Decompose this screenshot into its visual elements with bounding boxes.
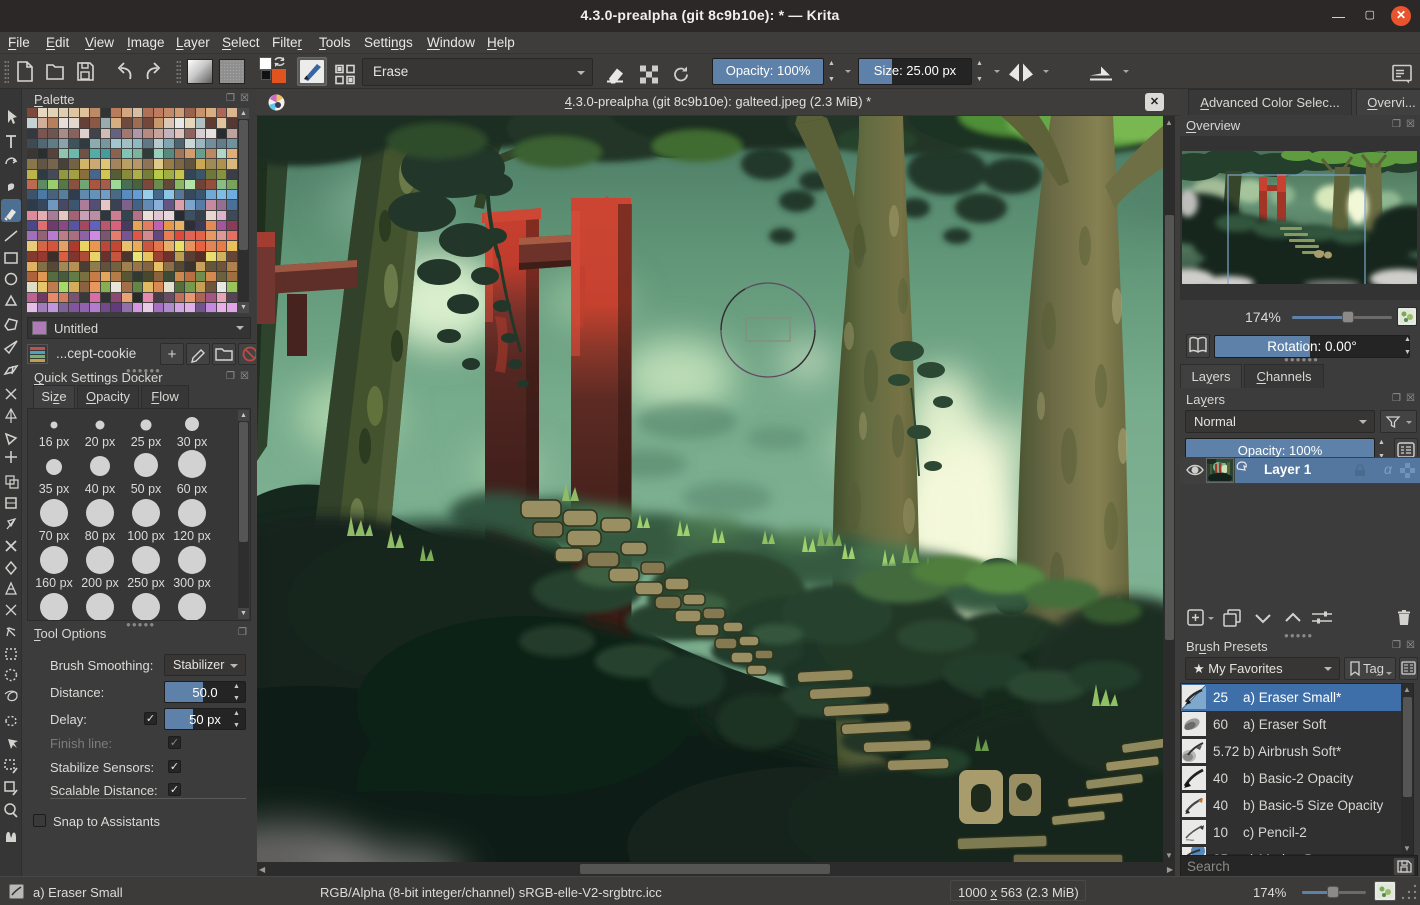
svg-text:120 px: 120 px	[173, 529, 211, 543]
svg-text:35 px: 35 px	[39, 482, 70, 496]
svg-text:30 px: 30 px	[177, 435, 208, 449]
svg-text:20 px: 20 px	[85, 435, 116, 449]
svg-text:60 px: 60 px	[177, 482, 208, 496]
svg-text:100 px: 100 px	[127, 529, 165, 543]
svg-text:300 px: 300 px	[173, 576, 211, 590]
svg-text:160 px: 160 px	[35, 576, 73, 590]
svg-text:200 px: 200 px	[81, 576, 119, 590]
svg-text:80 px: 80 px	[85, 529, 116, 543]
svg-text:25 px: 25 px	[131, 435, 162, 449]
svg-text:40 px: 40 px	[85, 482, 116, 496]
svg-text:70 px: 70 px	[39, 529, 70, 543]
svg-text:50 px: 50 px	[131, 482, 162, 496]
svg-text:16 px: 16 px	[39, 435, 70, 449]
svg-text:250 px: 250 px	[127, 576, 165, 590]
